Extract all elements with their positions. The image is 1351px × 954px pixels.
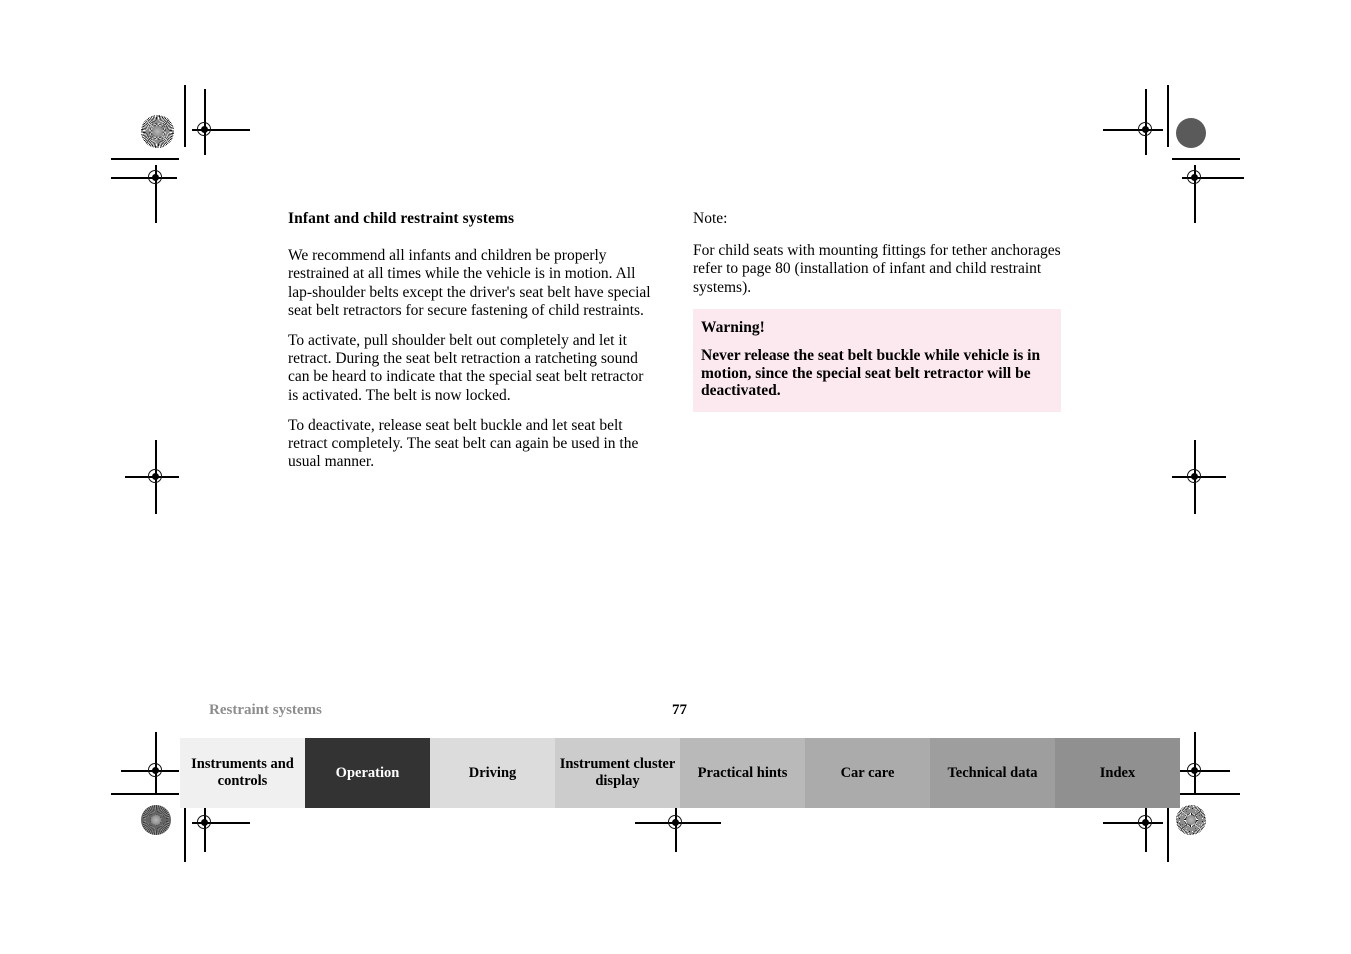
tab-technical-data[interactable]: Technical data [930,738,1055,808]
tab-label: Instruments and controls [191,756,294,789]
registration-crosshair-bottom-right-outer [1103,788,1163,852]
warning-box: Warning! Never release the seat belt buc… [693,309,1061,412]
body-paragraph: We recommend all infants and children be… [288,247,651,319]
registration-crosshair-top-right-inner [1103,89,1163,155]
right-text-column: Note: For child seats with mounting fitt… [693,210,1061,297]
body-paragraph: To deactivate, release seat belt buckle … [288,416,639,471]
print-density-patch-bottom-left [141,805,171,835]
footer-section-title: Restraint systems [209,702,322,718]
tab-label: Instrument cluster display [559,756,676,789]
section-heading: Infant and child restraint systems [288,210,515,227]
tab-instrument-cluster-display[interactable]: Instrument cluster display [555,738,680,808]
body-paragraph: To activate, pull shoulder belt out comp… [288,332,644,404]
tab-label: Technical data [947,764,1038,781]
warning-text: Never release the seat belt buckle while… [701,347,1041,399]
note-text: For child seats with mounting fittings f… [693,242,1061,296]
registration-crosshair-top-right-outer [1182,165,1244,223]
crop-mark-line-top-left-vertical [184,85,186,147]
registration-crosshair-left-middle [125,440,179,514]
tab-operation[interactable]: Operation [305,738,430,808]
crop-mark-line-bottom-left-vertical [184,800,186,862]
crop-mark-line-bottom-right-vertical [1167,800,1169,862]
crop-mark-line-top-right-horizontal [1172,158,1240,160]
crop-mark-line-top-left-horizontal [111,158,179,160]
left-text-column: Infant and child restraint systems We re… [288,210,656,471]
tab-label: Operation [335,764,400,781]
crop-mark-line-bottom-left-horizontal [111,793,179,795]
registration-crosshair-top-left-outer [111,165,177,223]
note-label: Note: [693,210,728,227]
tab-label: Index [1099,764,1136,781]
tab-driving[interactable]: Driving [430,738,555,808]
page-number: 77 [672,702,687,718]
tab-label: Driving [468,764,517,781]
registration-crosshair-top-left-inner [192,89,250,155]
print-density-patch-top-right [1176,118,1206,148]
registration-crosshair-right-middle [1172,440,1226,514]
page-footer: Restraint systems 77 [209,702,687,719]
tab-instruments-and-controls[interactable]: Instruments and controls [180,738,305,808]
registration-crosshair-bottom-center [635,788,721,852]
registration-crosshair-bottom-left-inner [121,732,179,794]
tab-practical-hints[interactable]: Practical hints [680,738,805,808]
print-density-patch-bottom-right [1176,805,1206,835]
manual-page: Infant and child restraint systems We re… [0,0,1351,954]
tab-car-care[interactable]: Car care [805,738,930,808]
tab-label: Practical hints [697,764,788,781]
tab-index[interactable]: Index [1055,738,1180,808]
registration-crosshair-bottom-right-inner [1172,732,1230,794]
crop-mark-line-bottom-right-horizontal [1172,793,1240,795]
chapter-tab-bar[interactable]: Instruments and controls Operation Drivi… [180,738,1180,808]
crop-mark-line-top-right-vertical [1167,85,1169,147]
print-density-patch-top-left [141,115,174,148]
warning-title: Warning! [701,319,765,336]
tab-label: Car care [840,764,895,781]
registration-crosshair-bottom-left-outer [192,788,250,852]
